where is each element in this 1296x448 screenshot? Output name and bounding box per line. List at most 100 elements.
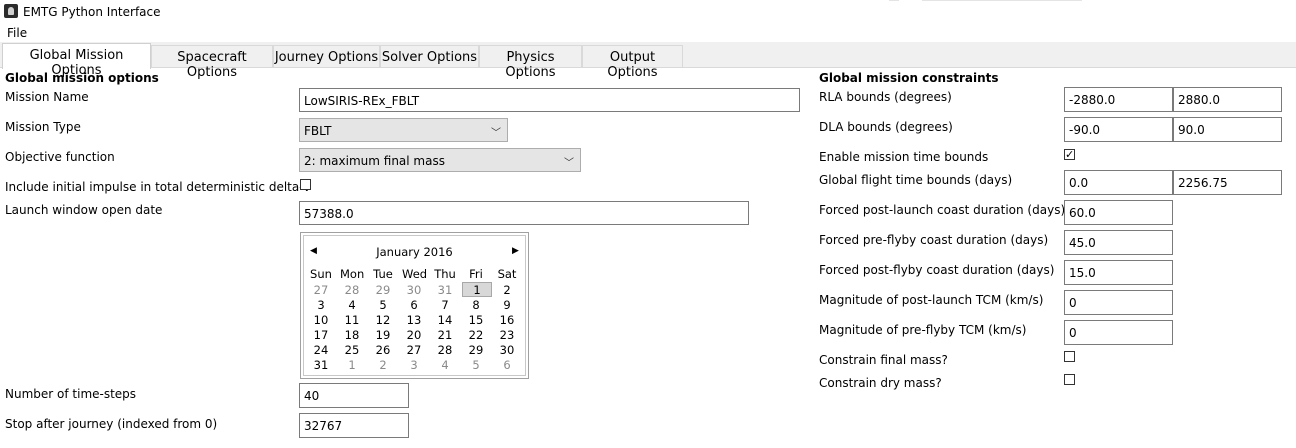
calendar-day[interactable]: 24 bbox=[309, 343, 333, 357]
post-launch-tcm-label: Magnitude of post-launch TCM (km/s) bbox=[819, 293, 1044, 307]
calendar-day[interactable]: 7 bbox=[433, 298, 457, 312]
launch-window-label: Launch window open date bbox=[5, 203, 163, 217]
calendar-day[interactable]: 16 bbox=[495, 313, 519, 327]
objective-function-select[interactable]: 2: maximum final mass ﹀ bbox=[299, 148, 581, 172]
pre-flyby-tcm-input[interactable]: 0 bbox=[1064, 320, 1173, 345]
calendar-day[interactable]: 3 bbox=[402, 358, 426, 372]
calendar-day-selected[interactable]: 1 bbox=[462, 282, 492, 297]
calendar-day[interactable]: 12 bbox=[371, 313, 395, 327]
post-flyby-coast-label: Forced post-flyby coast duration (days) bbox=[819, 263, 1055, 277]
dla-min-input[interactable]: -90.0 bbox=[1064, 117, 1173, 142]
calendar-day[interactable]: 10 bbox=[309, 313, 333, 327]
calendar-weekday: Tue bbox=[373, 267, 393, 281]
post-launch-coast-input[interactable]: 60.0 bbox=[1064, 200, 1173, 225]
calendar-day[interactable]: 5 bbox=[371, 298, 395, 312]
calendar-day[interactable]: 28 bbox=[340, 283, 364, 297]
calendar-day[interactable]: 18 bbox=[340, 328, 364, 342]
calendar-day[interactable]: 4 bbox=[340, 298, 364, 312]
flight-time-bounds-label: Global flight time bounds (days) bbox=[819, 173, 1013, 187]
app-icon bbox=[4, 4, 18, 18]
calendar-weekday: Sat bbox=[497, 267, 517, 281]
calendar-weekday: Sun bbox=[310, 267, 332, 281]
flight-time-max-input[interactable]: 2256.75 bbox=[1173, 170, 1282, 195]
calendar-weekday: Fri bbox=[469, 267, 483, 281]
menu-file[interactable]: File bbox=[7, 26, 27, 40]
calendar-day[interactable]: 26 bbox=[371, 343, 395, 357]
pre-flyby-coast-input[interactable]: 45.0 bbox=[1064, 230, 1173, 255]
timesteps-label: Number of time-steps bbox=[5, 387, 137, 401]
calendar-day[interactable]: 29 bbox=[464, 343, 488, 357]
post-launch-coast-label: Forced post-launch coast duration (days) bbox=[819, 203, 1066, 217]
title-bar bbox=[0, 0, 1296, 24]
rla-min-input[interactable]: -2880.0 bbox=[1064, 87, 1173, 112]
tab-global-mission-options[interactable]: Global Mission Options bbox=[2, 43, 151, 78]
calendar-day[interactable]: 30 bbox=[495, 343, 519, 357]
chevron-down-icon: ﹀ bbox=[564, 158, 574, 169]
calendar-day[interactable]: 9 bbox=[495, 298, 519, 312]
calendar-day[interactable]: 8 bbox=[464, 298, 488, 312]
timesteps-input[interactable]: 40 bbox=[299, 383, 409, 408]
calendar-day[interactable]: 2 bbox=[371, 358, 395, 372]
calendar-day[interactable]: 13 bbox=[402, 313, 426, 327]
calendar-day[interactable]: 20 bbox=[402, 328, 426, 342]
launch-window-input[interactable]: 57388.0 bbox=[299, 201, 749, 225]
calendar-day[interactable]: 6 bbox=[402, 298, 426, 312]
dla-max-input[interactable]: 90.0 bbox=[1173, 117, 1282, 142]
pre-flyby-coast-label: Forced pre-flyby coast duration (days) bbox=[819, 233, 1049, 247]
dla-bounds-label: DLA bounds (degrees) bbox=[819, 120, 953, 134]
calendar-day[interactable]: 11 bbox=[340, 313, 364, 327]
calendar-day[interactable]: 30 bbox=[402, 283, 426, 297]
window-title: EMTG Python Interface bbox=[23, 5, 161, 19]
calendar-day[interactable]: 14 bbox=[433, 313, 457, 327]
calendar-day[interactable]: 3 bbox=[309, 298, 333, 312]
calendar-day[interactable]: 25 bbox=[340, 343, 364, 357]
calendar-day[interactable]: 28 bbox=[433, 343, 457, 357]
mission-type-label: Mission Type bbox=[5, 120, 81, 134]
calendar-weekday: Mon bbox=[340, 267, 365, 281]
calendar-day[interactable]: 2 bbox=[495, 283, 519, 297]
chevron-down-icon: ﹀ bbox=[491, 128, 501, 139]
tab-solver-options[interactable]: Solver Options bbox=[380, 45, 479, 67]
constrain-dry-mass-label: Constrain dry mass? bbox=[819, 376, 942, 390]
post-flyby-coast-input[interactable]: 15.0 bbox=[1064, 260, 1173, 285]
objective-function-value: 2: maximum final mass bbox=[304, 154, 445, 168]
tab-physics-options[interactable]: Physics Options bbox=[479, 45, 582, 80]
calendar-day[interactable]: 1 bbox=[340, 358, 364, 372]
tab-spacecraft-options[interactable]: Spacecraft Options bbox=[151, 45, 273, 80]
mission-type-value: FBLT bbox=[304, 124, 332, 138]
title-bar-fragment bbox=[922, 0, 1082, 1]
tab-output-options[interactable]: Output Options bbox=[582, 45, 683, 80]
rla-max-input[interactable]: 2880.0 bbox=[1173, 87, 1282, 112]
include-impulse-checkbox[interactable] bbox=[300, 179, 311, 190]
calendar-next-icon[interactable]: ▶ bbox=[512, 246, 519, 256]
calendar-day[interactable]: 17 bbox=[309, 328, 333, 342]
constrain-final-mass-checkbox[interactable] bbox=[1064, 351, 1075, 362]
calendar-weekday: Wed bbox=[402, 267, 428, 281]
post-launch-tcm-input[interactable]: 0 bbox=[1064, 290, 1173, 315]
mission-type-select[interactable]: FBLT ﹀ bbox=[299, 118, 508, 142]
calendar-day[interactable]: 27 bbox=[402, 343, 426, 357]
calendar-day[interactable]: 22 bbox=[464, 328, 488, 342]
pre-flyby-tcm-label: Magnitude of pre-flyby TCM (km/s) bbox=[819, 323, 1027, 337]
mission-name-input[interactable]: LowSIRIS-REx_FBLT bbox=[299, 88, 800, 112]
mission-name-label: Mission Name bbox=[5, 90, 89, 104]
rla-bounds-label: RLA bounds (degrees) bbox=[819, 90, 952, 104]
calendar-day[interactable]: 29 bbox=[371, 283, 395, 297]
calendar-day[interactable]: 5 bbox=[464, 358, 488, 372]
calendar-weekday: Thu bbox=[434, 267, 456, 281]
enable-time-bounds-checkbox[interactable]: ✓ bbox=[1064, 149, 1075, 160]
calendar-day[interactable]: 6 bbox=[495, 358, 519, 372]
menu-bar bbox=[0, 24, 1296, 42]
constrain-dry-mass-checkbox[interactable] bbox=[1064, 374, 1075, 385]
stop-after-journey-input[interactable]: 32767 bbox=[299, 413, 409, 438]
calendar-day[interactable]: 19 bbox=[371, 328, 395, 342]
calendar-day[interactable]: 15 bbox=[464, 313, 488, 327]
calendar-day[interactable]: 31 bbox=[433, 283, 457, 297]
tab-journey-options[interactable]: Journey Options bbox=[273, 45, 380, 67]
calendar-day[interactable]: 31 bbox=[309, 358, 333, 372]
flight-time-min-input[interactable]: 0.0 bbox=[1064, 170, 1173, 195]
calendar-day[interactable]: 21 bbox=[433, 328, 457, 342]
calendar-day[interactable]: 23 bbox=[495, 328, 519, 342]
calendar-day[interactable]: 27 bbox=[309, 283, 333, 297]
calendar-day[interactable]: 4 bbox=[433, 358, 457, 372]
